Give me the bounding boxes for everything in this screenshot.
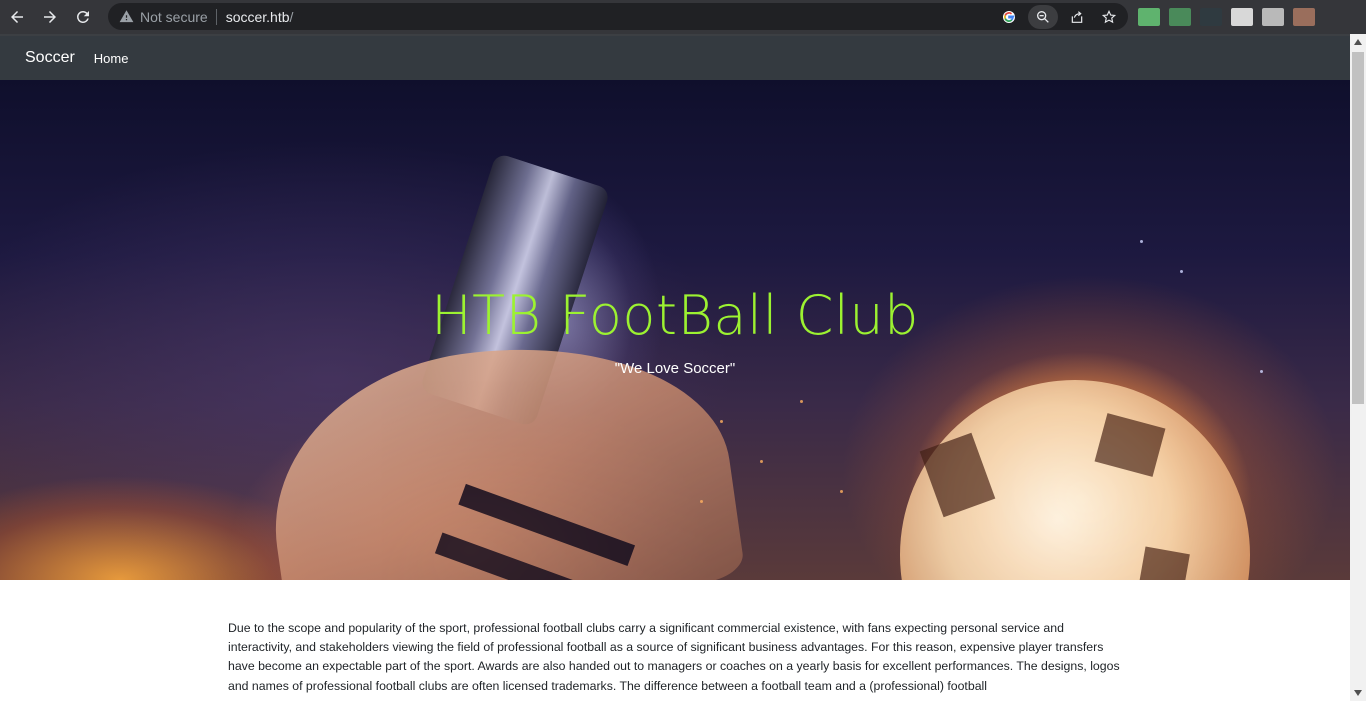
arrow-left-icon	[11, 11, 23, 23]
scroll-down-arrow-icon[interactable]	[1350, 685, 1366, 701]
scroll-up-arrow-icon[interactable]	[1350, 34, 1366, 50]
intro-paragraph: Due to the scope and popularity of the s…	[228, 621, 1120, 693]
url-text[interactable]: soccer.htb/	[226, 9, 294, 25]
hero-image-ball	[900, 380, 1250, 580]
arrow-right-icon	[44, 11, 56, 23]
profile-avatar-icon[interactable]	[1293, 8, 1315, 26]
page-scrollbar[interactable]	[1350, 34, 1366, 701]
nav-link-home[interactable]: Home	[94, 51, 129, 66]
url-path: /	[289, 8, 294, 25]
browser-toolbar: Not secure soccer.htb/	[0, 0, 1366, 34]
warning-icon[interactable]	[118, 9, 134, 25]
share-icon[interactable]	[1064, 5, 1090, 29]
extension-icon[interactable]	[1138, 8, 1160, 26]
extension-icon[interactable]	[1231, 8, 1253, 26]
extension-icon[interactable]	[1262, 8, 1284, 26]
scroll-thumb[interactable]	[1352, 52, 1364, 404]
google-lens-icon[interactable]	[996, 5, 1022, 29]
forward-button[interactable]	[34, 1, 66, 33]
bookmark-star-icon[interactable]	[1096, 5, 1122, 29]
brand-link[interactable]: Soccer	[25, 49, 75, 67]
extensions-area	[1138, 5, 1315, 29]
site-navbar: Soccer Home	[0, 34, 1350, 80]
extension-icon[interactable]	[1200, 8, 1222, 26]
omnibox-actions	[996, 3, 1122, 30]
hero-image-boot	[254, 319, 746, 580]
back-button[interactable]	[1, 1, 33, 33]
reload-icon	[76, 10, 89, 23]
zoom-icon[interactable]	[1028, 4, 1058, 29]
url-host: soccer.htb	[225, 8, 290, 25]
hero-banner: HTB FootBall Club "We Love Soccer"	[0, 80, 1350, 580]
extension-icon[interactable]	[1169, 8, 1191, 26]
hero-subtitle: "We Love Soccer"	[614, 360, 736, 377]
security-label[interactable]: Not secure	[140, 8, 217, 25]
reload-button[interactable]	[67, 1, 99, 33]
hero-title: HTB FootBall Club	[431, 284, 919, 347]
address-bar[interactable]: Not secure soccer.htb/	[108, 3, 1128, 30]
